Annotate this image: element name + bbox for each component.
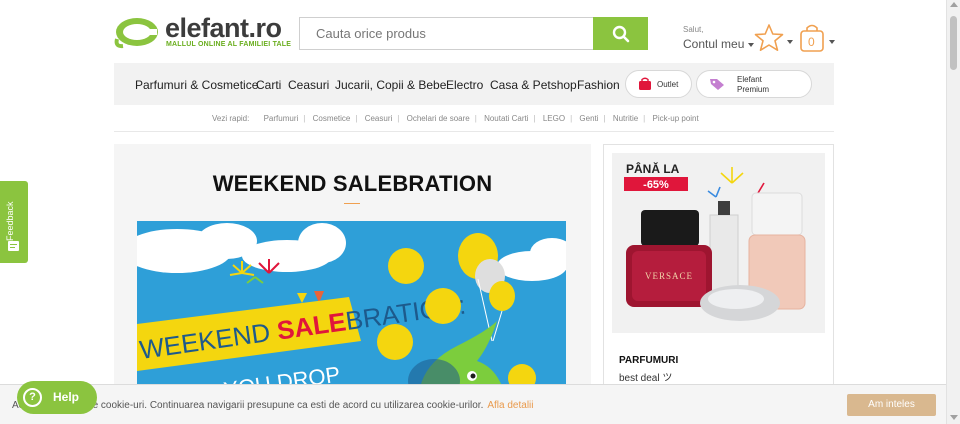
header-divider xyxy=(114,131,834,132)
feedback-tab[interactable]: Feedback xyxy=(0,181,28,263)
scroll-up-arrow-icon[interactable] xyxy=(950,2,958,7)
premium-label-line2: Premium xyxy=(737,85,770,94)
search-button[interactable] xyxy=(593,17,648,50)
quick-link[interactable]: Noutati Carti xyxy=(484,114,528,123)
outlet-link[interactable]: Outlet xyxy=(625,70,692,98)
nav-item-ceasuri[interactable]: Ceasuri xyxy=(288,78,329,92)
campaign-section: WEEKEND SALEBRATION WEEKEND SALEBRATION: xyxy=(114,144,591,424)
nav-item-jucarii[interactable]: Jucarii, Copii & Bebe xyxy=(335,78,446,92)
perfume-bottles-illustration: PÂNĂ LA -65% VERSACE xyxy=(612,153,825,333)
feedback-chat-icon xyxy=(8,241,19,251)
chevron-down-icon xyxy=(787,40,793,44)
accept-cookies-button[interactable]: Am inteles xyxy=(847,394,936,416)
premium-label-line1: Elefant xyxy=(737,75,762,84)
perfume-promo-card[interactable]: PÂNĂ LA -65% VERSACE PARFUMURI best deal… xyxy=(603,144,834,424)
greeting-text: Salut, xyxy=(683,25,704,34)
quick-link[interactable]: Ceasuri xyxy=(365,114,393,123)
account-label: Contul meu xyxy=(683,37,745,51)
page-scrollbar[interactable] xyxy=(946,0,960,424)
elefant-logo-icon xyxy=(114,18,158,49)
cart-button[interactable]: 0 xyxy=(799,23,839,55)
nav-item-electro[interactable]: Electro xyxy=(446,78,483,92)
account-menu[interactable]: Contul meu xyxy=(683,37,755,51)
separator: | xyxy=(643,114,646,123)
nav-item-carti[interactable]: Carti xyxy=(256,78,281,92)
outlet-label: Outlet xyxy=(657,80,679,89)
perfume-promo-image: PÂNĂ LA -65% VERSACE xyxy=(612,153,825,333)
discount-badge-top: PÂNĂ LA xyxy=(626,161,680,176)
separator: | xyxy=(355,114,358,123)
quick-link[interactable]: Nutritie xyxy=(613,114,638,123)
cookie-banner: Acest site foloseste cookie-uri. Continu… xyxy=(0,384,946,424)
search-icon xyxy=(612,25,629,42)
quick-link[interactable]: Parfumuri xyxy=(264,114,299,123)
site-logo[interactable]: elefant.ro MALLUL ONLINE AL FAMILIEI TAL… xyxy=(113,13,291,49)
cookie-details-link[interactable]: Afla detalii xyxy=(487,400,533,411)
separator: | xyxy=(474,114,477,123)
promo-category: PARFUMURI xyxy=(619,355,679,366)
promo-subtitle: best deal ツ xyxy=(619,373,673,384)
premium-link[interactable]: Elefant Premium xyxy=(696,70,812,98)
logo-wordmark: elefant.ro xyxy=(165,13,282,43)
help-button[interactable]: ? Help xyxy=(17,381,97,414)
nav-item-casa[interactable]: Casa & Petshop xyxy=(490,78,577,92)
quick-links-label: Vezi rapid: xyxy=(212,114,250,123)
star-icon xyxy=(754,24,784,52)
quick-link[interactable]: Pick-up point xyxy=(652,114,698,123)
quick-links: Vezi rapid: Parfumuri | Cosmetice | Ceasur… xyxy=(212,114,699,123)
separator: | xyxy=(570,114,573,123)
separator: | xyxy=(397,114,400,123)
page-title: WEEKEND SALEBRATION xyxy=(212,171,493,196)
premium-tag-icon xyxy=(710,79,724,90)
separator: | xyxy=(533,114,536,123)
cart-count: 0 xyxy=(808,35,815,49)
quick-link[interactable]: Cosmetice xyxy=(313,114,351,123)
separator: | xyxy=(603,114,606,123)
nav-item-fashion[interactable]: Fashion xyxy=(577,78,620,92)
wishlist-button[interactable] xyxy=(754,23,794,55)
chevron-down-icon xyxy=(829,40,835,44)
separator: | xyxy=(303,114,306,123)
nav-item-parfumuri[interactable]: Parfumuri & Cosmetice xyxy=(135,78,258,92)
title-underline xyxy=(344,203,360,204)
search-field-wrapper xyxy=(299,17,594,50)
search-input[interactable] xyxy=(300,18,594,49)
question-icon: ? xyxy=(23,388,42,407)
scroll-down-arrow-icon[interactable] xyxy=(950,415,958,420)
perfume-brand-label: VERSACE xyxy=(645,271,693,281)
logo-tagline: MALLUL ONLINE AL FAMILIEI TALE xyxy=(166,41,292,48)
quick-link[interactable]: Ochelari de soare xyxy=(407,114,470,123)
feedback-label: Feedback xyxy=(5,201,15,241)
scroll-thumb[interactable] xyxy=(950,16,957,70)
quick-link[interactable]: LEGO xyxy=(543,114,565,123)
discount-badge-value: -65% xyxy=(643,179,669,191)
quick-link[interactable]: Genti xyxy=(579,114,598,123)
help-label: Help xyxy=(53,390,80,404)
outlet-bag-icon xyxy=(639,77,651,90)
category-nav: Parfumuri & Cosmetice Carti Ceasuri Juca… xyxy=(114,63,834,105)
